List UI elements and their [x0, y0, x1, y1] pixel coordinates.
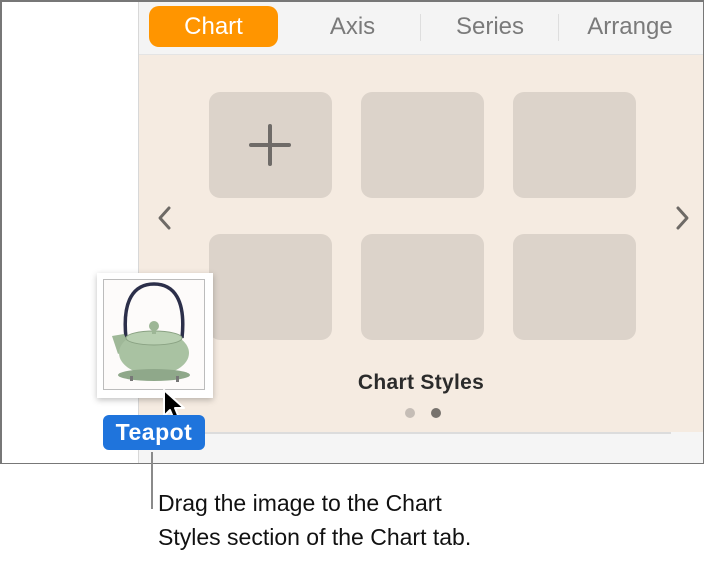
- chart-style-tile[interactable]: [513, 92, 636, 198]
- tab-chart[interactable]: Chart: [149, 6, 278, 47]
- caption-line-2: Styles section of the Chart tab.: [158, 524, 472, 550]
- tab-axis[interactable]: Axis: [289, 6, 416, 47]
- dragged-image[interactable]: [97, 273, 213, 398]
- chart-style-tile[interactable]: [209, 234, 332, 340]
- callout-line: [151, 452, 153, 509]
- page-dot-1[interactable]: [405, 408, 415, 418]
- chart-styles-panel: Chart Styles: [139, 55, 703, 432]
- page-dot-2-active[interactable]: [431, 408, 441, 418]
- format-sidebar: Chart Axis Series Arrange Chart Styles: [139, 2, 703, 463]
- chevron-right-icon[interactable]: [674, 205, 690, 231]
- tab-series[interactable]: Series: [422, 6, 558, 47]
- horizontal-scrollbar[interactable]: [139, 432, 671, 434]
- add-chart-style-button[interactable]: [209, 92, 332, 198]
- caption-line-1: Drag the image to the Chart: [158, 490, 442, 516]
- tab-arrange[interactable]: Arrange: [560, 6, 700, 47]
- tab-separator: [420, 14, 421, 41]
- chevron-left-icon[interactable]: [157, 205, 173, 231]
- teapot-image: [103, 279, 205, 390]
- drag-item-label: Teapot: [103, 415, 205, 450]
- callout-caption: Drag the image to the Chart Styles secti…: [158, 486, 471, 554]
- chart-style-tile[interactable]: [361, 234, 484, 340]
- chart-style-tile[interactable]: [513, 234, 636, 340]
- tab-separator: [558, 14, 559, 41]
- plus-icon: [249, 124, 291, 166]
- tab-bar: Chart Axis Series Arrange: [139, 2, 703, 55]
- chart-style-tile[interactable]: [361, 92, 484, 198]
- chart-styles-label: Chart Styles: [357, 371, 485, 394]
